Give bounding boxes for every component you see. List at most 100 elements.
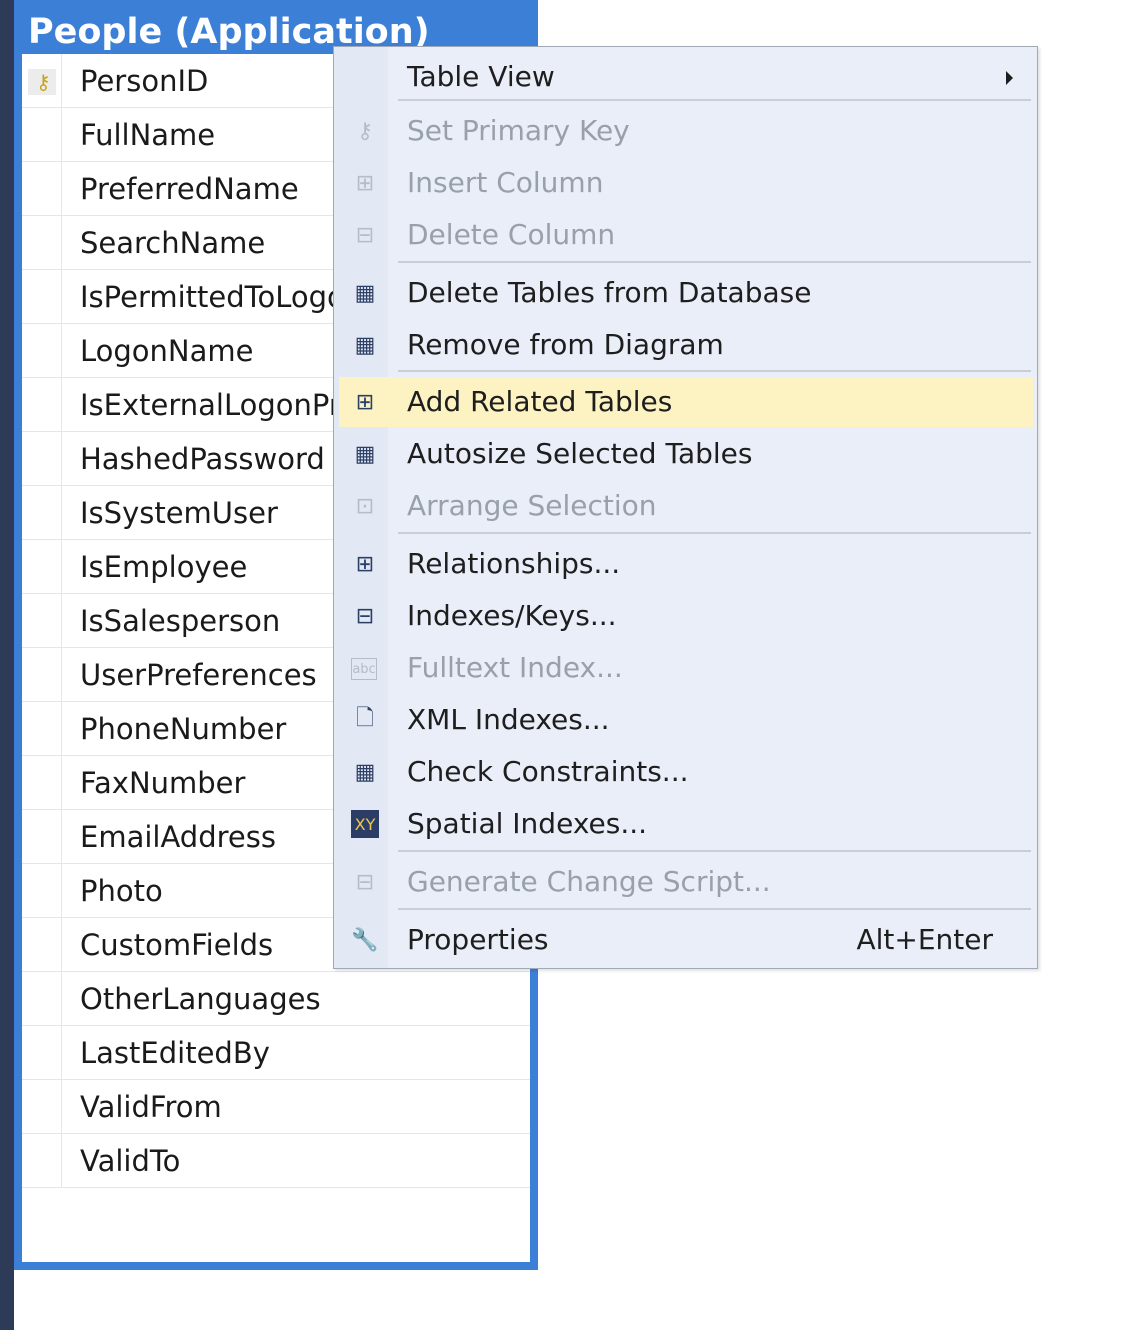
menu-item-label: Relationships... xyxy=(407,547,621,580)
menu-separator xyxy=(398,908,1031,910)
menu-item-label: Fulltext Index... xyxy=(407,651,623,684)
menu-item-relationships[interactable]: ⊞ Relationships... xyxy=(339,539,1033,589)
row-selector[interactable] xyxy=(22,216,62,270)
menu-item-label: Generate Change Script... xyxy=(407,865,771,898)
column-name: EmailAddress xyxy=(80,820,276,854)
menu-item-xml-indexes[interactable]: 🗋 XML Indexes... xyxy=(339,695,1033,745)
column-name: IsSystemUser xyxy=(80,496,278,530)
row-selector[interactable] xyxy=(22,432,62,486)
column-name: SearchName xyxy=(80,226,266,260)
row-selector[interactable] xyxy=(22,540,62,594)
row-selector[interactable] xyxy=(22,486,62,540)
menu-item-fulltext-index[interactable]: abc Fulltext Index... xyxy=(339,643,1033,693)
menu-item-label: Arrange Selection xyxy=(407,489,657,522)
row-selector[interactable] xyxy=(22,918,62,972)
menu-separator xyxy=(398,99,1031,101)
menu-item-label: XML Indexes... xyxy=(407,703,610,736)
column-name: PhoneNumber xyxy=(80,712,287,746)
fulltext-icon: abc xyxy=(351,658,377,680)
menu-item-delete-tables[interactable]: ▦ Delete Tables from Database xyxy=(339,268,1033,318)
table-column-row[interactable]: ValidFrom xyxy=(22,1080,530,1134)
menu-item-label: Autosize Selected Tables xyxy=(407,437,753,470)
column-name: UserPreferences xyxy=(80,658,317,692)
indexes-icon: ⊟ xyxy=(355,603,375,629)
arrange-icon: ⊡ xyxy=(355,493,375,519)
menu-item-indexes-keys[interactable]: ⊟ Indexes/Keys... xyxy=(339,591,1033,641)
column-name: ValidFrom xyxy=(80,1090,222,1124)
menu-item-set-primary-key[interactable]: ⚷ Set Primary Key xyxy=(339,106,1033,156)
menu-item-check-constraints[interactable]: ▦ Check Constraints... xyxy=(339,747,1033,797)
spatial-index-icon: XY xyxy=(351,810,379,838)
table-column-row[interactable]: LastEditedBy xyxy=(22,1026,530,1080)
menu-item-generate-change-script[interactable]: ⊟ Generate Change Script... xyxy=(339,857,1033,907)
menu-item-autosize-tables[interactable]: ▦ Autosize Selected Tables xyxy=(339,429,1033,479)
column-name: LogonName xyxy=(80,334,254,368)
delete-column-icon: ⊟ xyxy=(355,222,375,248)
menu-separator xyxy=(398,532,1031,534)
relationships-icon: ⊞ xyxy=(355,551,375,577)
menu-item-label: Set Primary Key xyxy=(407,114,630,147)
context-menu: Table View ⚷ Set Primary Key ⊞ Insert Co… xyxy=(333,46,1038,969)
menu-item-label: Insert Column xyxy=(407,166,604,199)
wrench-icon: 🔧 xyxy=(351,927,379,953)
canvas-left-edge xyxy=(0,0,14,1330)
menu-item-properties[interactable]: 🔧 Properties Alt+Enter xyxy=(339,915,1033,965)
column-name: CustomFields xyxy=(80,928,274,962)
row-selector[interactable] xyxy=(22,108,62,162)
column-name: LastEditedBy xyxy=(80,1036,270,1070)
menu-item-insert-column[interactable]: ⊞ Insert Column xyxy=(339,158,1033,208)
column-name: IsPermittedToLogon xyxy=(80,280,364,314)
menu-item-label: Spatial Indexes... xyxy=(407,807,648,840)
row-selector[interactable] xyxy=(22,594,62,648)
row-selector[interactable] xyxy=(22,270,62,324)
column-name: IsEmployee xyxy=(80,550,248,584)
menu-item-table-view[interactable]: Table View xyxy=(339,52,1033,102)
column-name: ValidTo xyxy=(80,1144,181,1178)
column-name: OtherLanguages xyxy=(80,982,321,1016)
menu-item-label: Indexes/Keys... xyxy=(407,599,617,632)
table-column-row[interactable]: OtherLanguages xyxy=(22,972,530,1026)
menu-item-label: Properties xyxy=(407,923,549,956)
autosize-icon: ▦ xyxy=(354,441,376,467)
row-selector[interactable]: ⚷ xyxy=(22,54,62,108)
menu-item-label: Check Constraints... xyxy=(407,755,689,788)
row-selector[interactable] xyxy=(22,864,62,918)
menu-item-add-related-tables[interactable]: ⊞ Add Related Tables xyxy=(339,377,1033,427)
row-selector[interactable] xyxy=(22,1026,62,1080)
menu-item-label: Remove from Diagram xyxy=(407,328,724,361)
check-constraints-icon: ▦ xyxy=(354,759,376,785)
row-selector[interactable] xyxy=(22,162,62,216)
remove-table-icon: ▦ xyxy=(354,332,376,358)
menu-item-arrange-selection[interactable]: ⊡ Arrange Selection xyxy=(339,481,1033,531)
insert-column-icon: ⊞ xyxy=(355,170,375,196)
menu-item-label: Delete Tables from Database xyxy=(407,276,812,309)
menu-item-label: Table View xyxy=(407,60,555,93)
row-selector[interactable] xyxy=(22,1134,62,1188)
primary-key-icon: ⚷ xyxy=(36,70,51,94)
menu-item-spatial-indexes[interactable]: XY Spatial Indexes... xyxy=(339,799,1033,849)
delete-table-icon: ▦ xyxy=(354,280,376,306)
row-selector[interactable] xyxy=(22,378,62,432)
row-selector[interactable] xyxy=(22,324,62,378)
row-selector[interactable] xyxy=(22,972,62,1026)
column-name: HashedPassword xyxy=(80,442,325,476)
row-selector[interactable] xyxy=(22,1080,62,1134)
menu-separator xyxy=(398,850,1031,852)
column-name: Photo xyxy=(80,874,163,908)
xml-index-icon: 🗋 xyxy=(356,706,374,731)
add-related-tables-icon: ⊞ xyxy=(355,389,375,415)
key-icon: ⚷ xyxy=(356,118,374,144)
menu-item-label: Add Related Tables xyxy=(407,385,673,418)
column-name: PreferredName xyxy=(80,172,299,206)
row-selector[interactable] xyxy=(22,756,62,810)
menu-item-remove-from-diagram[interactable]: ▦ Remove from Diagram xyxy=(339,320,1033,370)
menu-item-delete-column[interactable]: ⊟ Delete Column xyxy=(339,210,1033,260)
row-selector[interactable] xyxy=(22,810,62,864)
menu-separator xyxy=(398,261,1031,263)
menu-separator xyxy=(398,370,1031,372)
column-name: IsSalesperson xyxy=(80,604,281,638)
row-selector[interactable] xyxy=(22,702,62,756)
table-column-row[interactable]: ValidTo xyxy=(22,1134,530,1188)
script-icon: ⊟ xyxy=(355,869,375,895)
row-selector[interactable] xyxy=(22,648,62,702)
